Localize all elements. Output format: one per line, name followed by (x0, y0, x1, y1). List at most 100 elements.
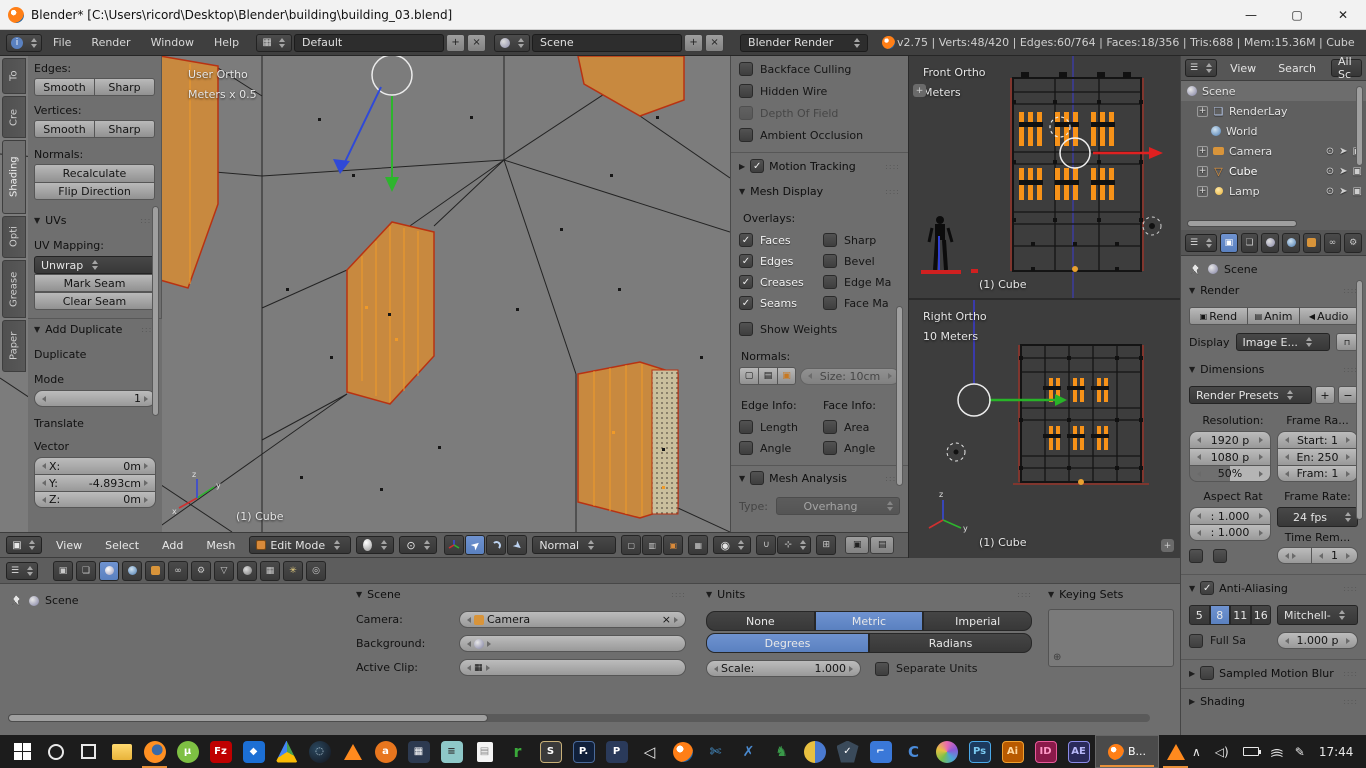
border-checkbox[interactable] (1189, 549, 1203, 563)
rotation-degrees-button[interactable]: Degrees (706, 633, 869, 653)
editor-type-3dview-button[interactable]: ▣ (6, 536, 42, 554)
unwrap-menu[interactable]: Unwrap (34, 256, 155, 274)
snap-toggle-button[interactable]: ∪ (756, 535, 777, 555)
render-still-button[interactable]: ▣ Rend (1189, 307, 1247, 325)
panel-grip-icon[interactable]: :::: (1343, 697, 1358, 706)
clock[interactable]: 17:44 (1319, 745, 1354, 759)
blender-app-icon[interactable] (666, 735, 699, 768)
aa-samples-8-button[interactable]: 8 (1209, 605, 1230, 625)
task-view-button[interactable] (72, 735, 105, 768)
editor-type-info-button[interactable]: i (6, 33, 42, 52)
scene-delete-button[interactable]: × (705, 33, 725, 52)
indesign-icon[interactable]: ID (1029, 735, 1062, 768)
screen-layout-icon-button[interactable]: ▦ (256, 33, 293, 52)
panel-grip-icon[interactable]: :::: (1017, 590, 1032, 599)
preset-add-button[interactable]: + (1315, 386, 1335, 404)
uvs-panel-header[interactable]: ▼ UVs:::: (34, 214, 155, 227)
p-app-icon[interactable]: P. (567, 735, 600, 768)
unit-scale-slider[interactable]: Scale: 1.000 (706, 660, 861, 677)
full-sample-checkbox[interactable]: Full Sa (1189, 633, 1271, 648)
camera-field[interactable]: Camera × (459, 611, 686, 628)
crop-checkbox[interactable] (1213, 549, 1227, 563)
aa-filter-size-slider[interactable]: 1.000 p (1277, 632, 1358, 649)
manipulator-axes-icon[interactable] (444, 535, 465, 555)
btab-constraints[interactable]: ∞ (168, 560, 188, 581)
tab-constraints[interactable]: ∞ (1323, 232, 1342, 253)
frame-rate-select[interactable]: 24 fps (1277, 507, 1358, 527)
panel-grip-icon[interactable]: :::: (1343, 584, 1358, 593)
substance-app-icon[interactable]: S (534, 735, 567, 768)
c-app-icon[interactable]: C (897, 735, 930, 768)
keying-sets-list[interactable]: ⊕ (1048, 609, 1174, 667)
volume-icon[interactable]: ◁) (1215, 745, 1229, 759)
rotate-manipulator-button[interactable] (486, 535, 507, 555)
recalculate-button[interactable]: Recalculate (34, 164, 155, 182)
vlc-icon[interactable] (336, 735, 369, 768)
screen-layout-field[interactable]: Default (294, 33, 445, 52)
motion-tracking-header[interactable]: ▶ Motion Tracking:::: (739, 159, 900, 173)
close-button[interactable]: ✕ (1320, 0, 1366, 30)
bottom-hscroll-track[interactable] (8, 714, 1150, 722)
viewport-shading-select[interactable] (356, 536, 395, 554)
btab-modifiers[interactable]: ⚙ (191, 560, 211, 581)
outliner-menu-view[interactable]: View (1221, 62, 1265, 75)
panel-grip-icon[interactable]: :::: (671, 590, 686, 599)
edge-select-mode-button[interactable]: ▥ (642, 535, 663, 555)
aa-filter-select[interactable]: Mitchell- (1277, 605, 1358, 625)
face-area-checkbox[interactable]: Area (823, 420, 869, 434)
add-duplicate-header[interactable]: ▼ Add Duplicate:::: (34, 323, 156, 336)
tab-tools[interactable]: To (2, 58, 26, 94)
expand-icon[interactable]: + (1197, 105, 1208, 117)
tab-scene[interactable] (1261, 232, 1280, 253)
outliner-filter-select[interactable]: All Sc (1330, 55, 1362, 81)
wifi-icon[interactable]: ((( (1270, 747, 1284, 755)
snip-app-icon[interactable]: ⌐ (864, 735, 897, 768)
blue-app-2-icon[interactable]: ✗ (732, 735, 765, 768)
photoshop-icon[interactable]: Ps (963, 735, 996, 768)
background-field[interactable] (459, 635, 686, 652)
frame-end-field[interactable]: En: 250 (1277, 448, 1358, 465)
collapse-region-button[interactable]: + (1161, 539, 1174, 552)
blender-task-button[interactable]: B... (1095, 735, 1159, 768)
render-panel-header[interactable]: ▼ Render:::: (1189, 284, 1358, 297)
menu-file[interactable]: File (44, 36, 80, 49)
outliner-menu-search[interactable]: Search (1269, 62, 1325, 75)
scale-manipulator-button[interactable]: ➤ (507, 535, 528, 555)
maximize-button[interactable]: ▢ (1274, 0, 1320, 30)
layout-delete-button[interactable]: × (467, 33, 487, 52)
menu-mesh[interactable]: Mesh (197, 539, 244, 552)
toolshelf-scrollbar[interactable] (152, 206, 159, 416)
overlay-faces-checkbox[interactable]: Faces (739, 233, 815, 247)
hidden-wire-checkbox[interactable]: Hidden Wire (739, 84, 900, 98)
menu-window[interactable]: Window (142, 36, 203, 49)
firefox-icon[interactable] (138, 735, 171, 768)
add-keying-set-icon[interactable]: ⊕ (1053, 652, 1061, 663)
frame-start-field[interactable]: Start: 1 (1277, 431, 1358, 448)
tab-shading-uvs[interactable]: Shading (2, 140, 26, 214)
clear-seam-button[interactable]: Clear Seam (34, 292, 155, 310)
filezilla-icon[interactable]: Fz (204, 735, 237, 768)
resolution-y-field[interactable]: 1080 p (1189, 448, 1271, 465)
selectable-arrow-icon[interactable]: ➤ (1339, 166, 1347, 177)
mesh-analysis-header[interactable]: ▼ Mesh Analysis:::: (739, 471, 900, 485)
vertex-select-mode-button[interactable]: ▢ (621, 535, 642, 555)
motion-tracking-checkbox[interactable] (750, 159, 765, 173)
pen-icon[interactable]: ✎ (1295, 745, 1305, 759)
preset-remove-button[interactable]: − (1338, 386, 1358, 404)
vertices-smooth-button[interactable]: Smooth (34, 120, 94, 138)
mesh-analysis-checkbox[interactable] (750, 471, 765, 485)
visibility-eye-icon[interactable]: ⊙ (1326, 186, 1334, 197)
p2-app-icon[interactable]: P (600, 735, 633, 768)
tab-render-layers[interactable]: ❏ (1240, 232, 1259, 253)
utorrent-icon[interactable]: µ (171, 735, 204, 768)
face-angle-checkbox[interactable]: Angle (823, 441, 875, 455)
outliner-item-cube[interactable]: + ▽ Cube ⊙ ➤ ▣ (1181, 161, 1366, 181)
time-remap-new-field[interactable]: 1 (1311, 547, 1358, 564)
orange-app-icon[interactable]: a (369, 735, 402, 768)
edges-smooth-button[interactable]: Smooth (34, 78, 94, 96)
render-audio-button[interactable]: ◀ Audio (1299, 307, 1358, 325)
panel-grip-icon[interactable]: :::: (885, 162, 900, 171)
aa-samples-5-button[interactable]: 5 (1189, 605, 1210, 625)
scene-icon-button[interactable] (494, 33, 531, 52)
green-app-2-icon[interactable]: ♞ (765, 735, 798, 768)
